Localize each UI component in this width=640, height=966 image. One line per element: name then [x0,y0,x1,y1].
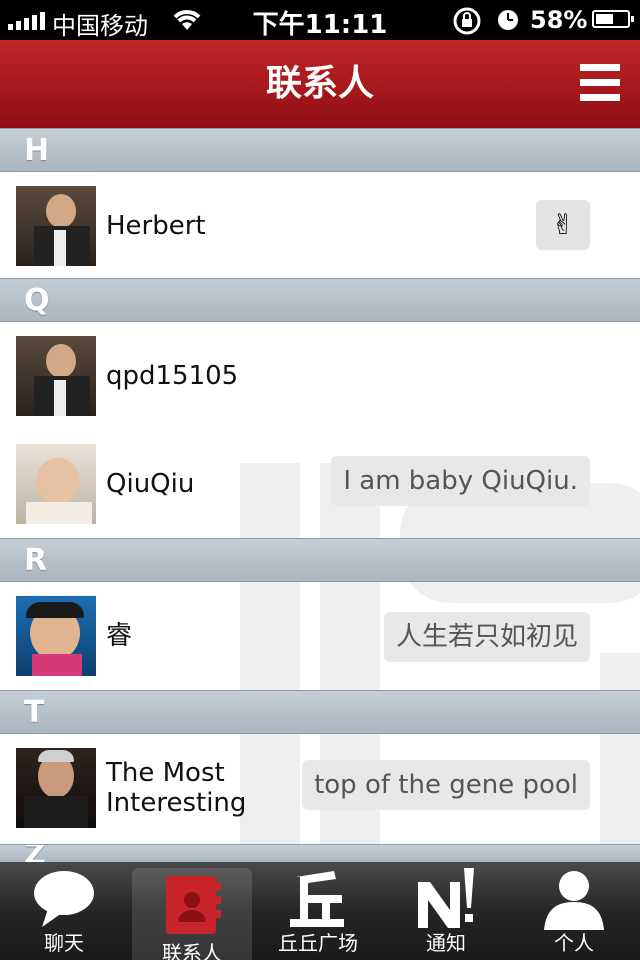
status-bar: 中国移动 下午11:11 58% [0,0,640,40]
contact-list[interactable]: H Herbert ✌ Q qpd15105 QiuQiu I am baby … [0,128,640,862]
contact-name: The Most Interesting [106,734,246,842]
tab-notifications[interactable]: 通知 [382,862,510,960]
section-header-t: T [0,690,640,734]
menu-icon[interactable] [580,64,620,104]
nav-bar: 联系人 [0,40,640,128]
victory-hand-icon: ✌ [536,200,590,250]
section-header-z: Z [0,844,640,862]
tab-chat[interactable]: 聊天 [0,862,128,960]
section-header-q: Q [0,278,640,322]
tab-contacts[interactable]: 联系人 [132,868,252,966]
contact-row-rui[interactable]: 睿 人生若只如初见 [0,582,640,690]
contact-name: 睿 [106,621,133,651]
contacts-book-icon [132,874,252,936]
tab-label: 通知 [426,931,466,955]
status-bubble: top of the gene pool [302,760,590,810]
contact-row-qiuqiu[interactable]: QiuQiu I am baby QiuQiu. [0,430,640,538]
battery-icon [592,10,634,28]
contact-row-herbert[interactable]: Herbert ✌ [0,172,640,278]
status-bubble: I am baby QiuQiu. [331,456,590,506]
rotation-lock-icon [452,6,482,42]
contact-name: qpd15105 [106,361,239,391]
avatar-rui [16,596,96,676]
contact-name-line2: Interesting [106,788,247,818]
alarm-clock-icon [496,6,520,40]
section-header-h: H [0,128,640,172]
person-icon [510,868,638,930]
section-header-r: R [0,538,640,582]
contact-name: Herbert [106,211,206,241]
tab-plaza[interactable]: 丘丘广场 [254,862,382,960]
avatar-herbert [16,186,96,266]
notification-icon [382,868,510,930]
tab-label: 联系人 [162,941,222,965]
tab-bar: 聊天 联系人 丘丘广场 通知 个人 [0,862,640,966]
avatar-qiuqiu [16,444,96,524]
contact-name: QiuQiu [106,469,195,499]
tab-label: 聊天 [44,931,84,955]
contact-name-line1: The Most [106,758,225,788]
page-title: 联系人 [265,63,374,104]
avatar-qpd15105 [16,336,96,416]
contact-row-qpd15105[interactable]: qpd15105 [0,322,640,430]
tab-label: 丘丘广场 [278,931,358,955]
battery-percentage: 58% [530,6,588,34]
plaza-icon [254,868,382,930]
chat-bubble-icon [0,868,128,930]
status-bubble: 人生若只如初见 [383,612,590,662]
avatar-the-most-interesting [16,748,96,828]
tab-profile[interactable]: 个人 [510,862,638,960]
tab-label: 个人 [554,931,594,955]
contact-row-the-most-interesting[interactable]: The Most Interesting top of the gene poo… [0,734,640,844]
